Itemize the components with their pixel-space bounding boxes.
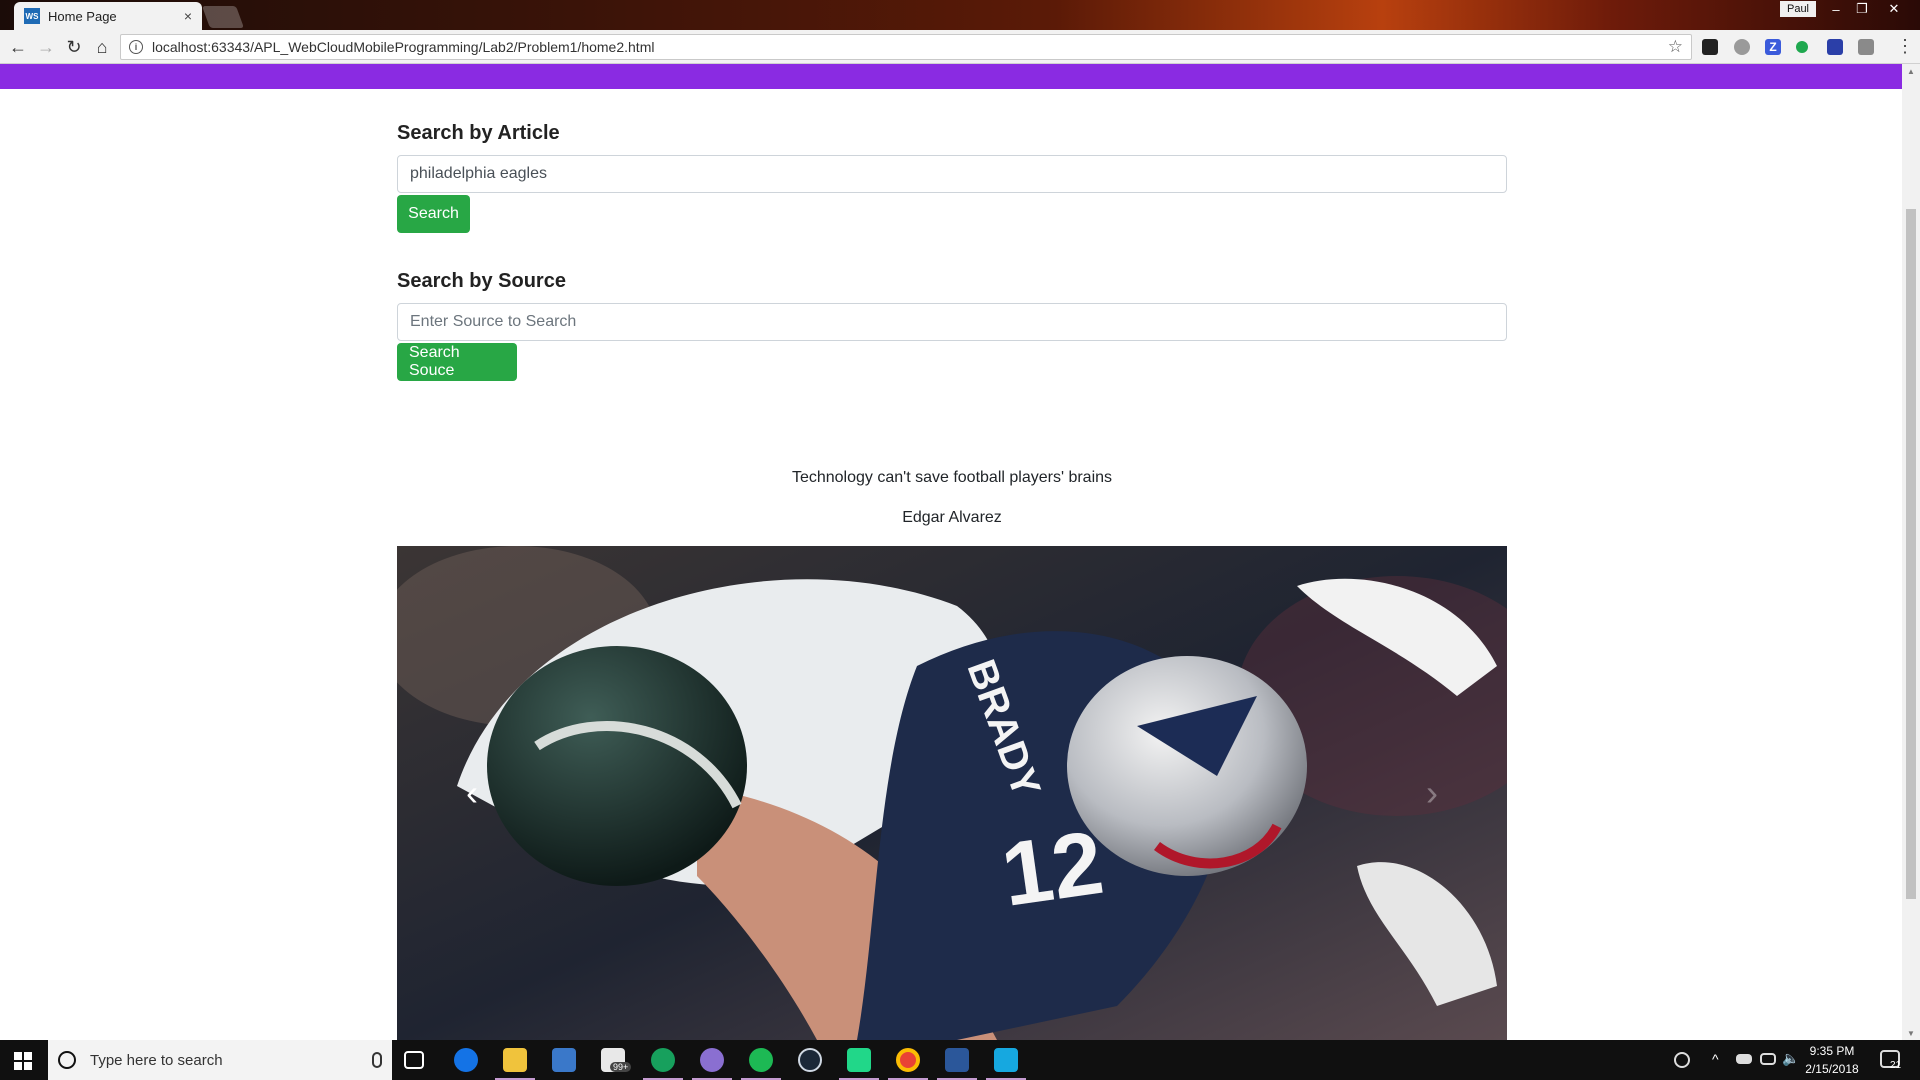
info-icon[interactable]: i [129,40,143,54]
carousel-prev-icon[interactable]: ‹ [397,546,547,1040]
back-icon[interactable]: ← [6,35,30,59]
microphone-icon[interactable] [372,1052,382,1068]
search-button[interactable]: Search [397,195,470,233]
steam-icon[interactable] [798,1048,822,1072]
purple-app-icon[interactable] [700,1048,724,1072]
webstorm-icon[interactable] [994,1048,1018,1072]
windows-taskbar: Type here to search 99+ ^ 🔈 9:35 PM 2/15… [0,1040,1920,1080]
reload-icon[interactable]: ↻ [62,35,86,59]
mail-badge: 99+ [610,1062,632,1072]
clock-date[interactable]: 2/15/2018 [1802,1062,1862,1076]
article-search-heading: Search by Article [397,122,560,144]
source-search-heading: Search by Source [397,270,566,292]
source-search-section: Search by Source Enter Source to Search … [397,270,1507,381]
close-window-icon[interactable]: ✕ [1880,0,1908,18]
scroll-down-icon[interactable]: ▼ [1902,1026,1920,1040]
article-search-section: Search by Article philadelphia eagles Se… [397,122,1507,233]
network-icon[interactable] [1760,1053,1776,1065]
tray-chevron-icon[interactable]: ^ [1712,1051,1719,1067]
chrome-icon[interactable] [896,1048,920,1072]
home-icon[interactable]: ⌂ [90,35,114,59]
edge-icon[interactable] [454,1048,478,1072]
url-text[interactable]: localhost:63343/APL_WebCloudMobileProgra… [152,39,1668,55]
address-bar[interactable]: i localhost:63343/APL_WebCloudMobileProg… [120,34,1692,60]
pycharm-icon[interactable] [847,1048,871,1072]
hangouts-icon[interactable] [651,1048,675,1072]
window-titlebar: WS Home Page × Paul – ❐ ✕ [0,0,1920,30]
article-search-input[interactable]: philadelphia eagles [397,155,1507,193]
new-tab-button[interactable] [201,6,245,28]
minimize-icon[interactable]: – [1822,0,1850,18]
battery-icon[interactable] [1736,1054,1752,1064]
word-icon[interactable] [945,1048,969,1072]
article-headline: Technology can't save football players' … [791,469,1113,486]
clock-time[interactable]: 9:35 PM [1802,1044,1862,1058]
forward-icon[interactable]: → [34,35,58,59]
browser-menu-icon[interactable]: ⋮ [1896,36,1914,57]
cortana-icon[interactable] [58,1051,76,1069]
carousel-next-icon[interactable]: › [1357,546,1507,1040]
volume-icon[interactable]: 🔈 [1782,1050,1799,1067]
browser-tab[interactable]: WS Home Page × [14,2,202,30]
webstorm-favicon-icon: WS [24,8,40,24]
people-icon[interactable] [1674,1052,1690,1068]
store-icon[interactable] [552,1048,576,1072]
carousel-image: 12 BRADY [397,546,1507,1040]
article-carousel: 12 BRADY ‹ › [397,546,1507,1040]
browser-toolbar: ← → ↻ ⌂ i localhost:63343/APL_WebCloudMo… [0,30,1920,64]
taskbar-search-placeholder[interactable]: Type here to search [90,1052,372,1069]
page-viewport: Search by Article philadelphia eagles Se… [0,64,1920,1040]
ext-ghost-icon[interactable] [1734,39,1750,55]
taskbar-search-box[interactable]: Type here to search [48,1040,392,1080]
tab-title: Home Page [48,8,117,24]
windows-start-icon[interactable] [14,1052,32,1070]
restore-icon[interactable]: ❐ [1848,0,1876,18]
bookmark-star-icon[interactable]: ☆ [1668,37,1683,57]
scroll-up-icon[interactable]: ▲ [1902,64,1920,78]
scroll-thumb[interactable] [1906,209,1916,899]
ext-gray-icon[interactable] [1858,39,1874,55]
source-search-input[interactable]: Enter Source to Search [397,303,1507,341]
search-source-button[interactable]: Search Souce [397,343,517,381]
spotify-icon[interactable] [749,1048,773,1072]
task-view-icon[interactable] [404,1051,424,1069]
notification-count: 21 [1890,1060,1902,1071]
tab-close-icon[interactable]: × [184,8,192,24]
file-explorer-icon[interactable] [503,1048,527,1072]
ext-dark-icon[interactable] [1702,39,1718,55]
ext-green-dot-icon[interactable] [1796,41,1808,53]
navbar-bar [0,64,1902,89]
ext-blue-icon[interactable] [1827,39,1843,55]
page-scrollbar[interactable]: ▲ ▼ [1902,64,1920,1040]
profile-button[interactable]: Paul [1780,1,1816,17]
ext-z-icon[interactable]: Z [1765,39,1781,55]
article-author: Edgar Alvarez [902,509,1002,526]
